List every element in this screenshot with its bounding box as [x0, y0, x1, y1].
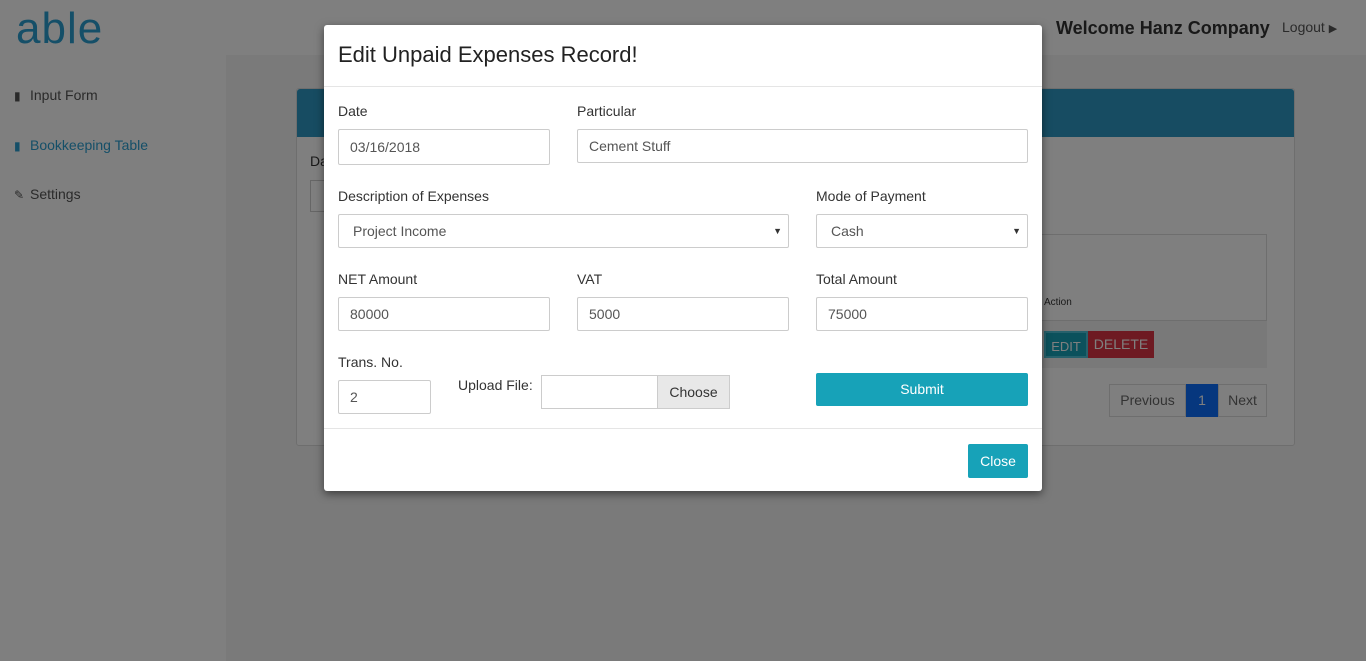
modal-footer: Close — [324, 428, 1042, 491]
close-button[interactable]: Close — [968, 444, 1028, 478]
modal-header: Edit Unpaid Expenses Record! — [324, 25, 1042, 87]
description-label: Description of Expenses — [338, 188, 489, 204]
upload-file-input[interactable] — [541, 375, 658, 409]
edit-expense-modal: Edit Unpaid Expenses Record! Date 03/16/… — [324, 25, 1042, 491]
description-select[interactable]: Project Income ▼ — [338, 214, 789, 248]
modal-title: Edit Unpaid Expenses Record! — [338, 42, 638, 67]
mode-of-payment-select[interactable]: Cash ▼ — [816, 214, 1028, 248]
vat-field[interactable]: 5000 — [577, 297, 789, 331]
total-amount-label: Total Amount — [816, 271, 897, 287]
caret-down-icon: ▼ — [1012, 226, 1021, 236]
trans-no-label: Trans. No. — [338, 354, 403, 370]
mode-of-payment-value: Cash — [831, 223, 864, 239]
upload-file-label: Upload File: — [458, 377, 533, 393]
trans-no-field[interactable]: 2 — [338, 380, 431, 414]
date-field[interactable]: 03/16/2018 — [338, 129, 550, 165]
particular-field[interactable]: Cement Stuff — [577, 129, 1028, 163]
total-amount-field[interactable]: 75000 — [816, 297, 1028, 331]
mode-of-payment-label: Mode of Payment — [816, 188, 926, 204]
particular-label: Particular — [577, 103, 637, 119]
net-amount-label: NET Amount — [338, 271, 418, 287]
choose-file-button[interactable]: Choose — [657, 375, 730, 409]
caret-down-icon: ▼ — [773, 226, 782, 236]
net-amount-field[interactable]: 80000 — [338, 297, 550, 331]
date-label: Date — [338, 103, 368, 119]
description-value: Project Income — [353, 223, 447, 239]
vat-label: VAT — [577, 271, 603, 287]
submit-button[interactable]: Submit — [816, 373, 1028, 406]
